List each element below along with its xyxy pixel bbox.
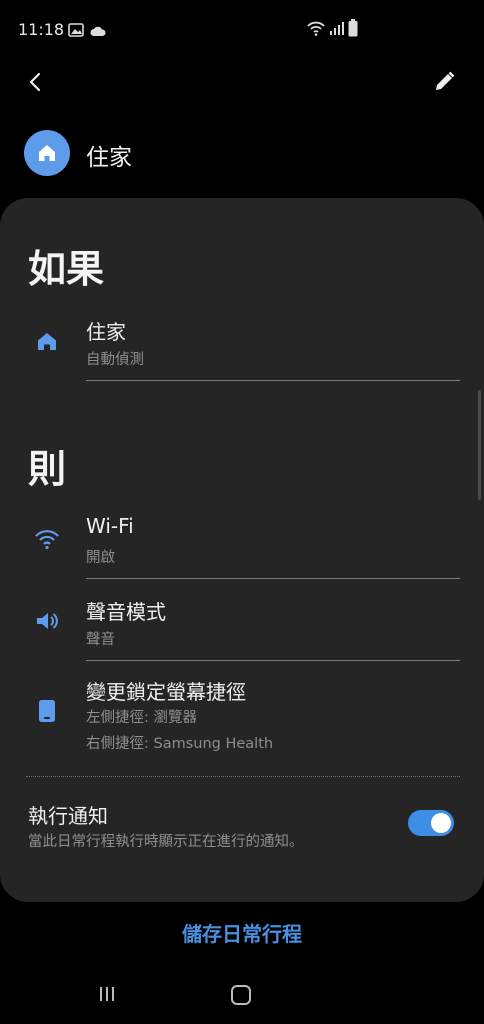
toggle-knob xyxy=(431,813,451,833)
status-time: 11:18 xyxy=(18,20,65,39)
notification-toggle[interactable] xyxy=(408,810,454,836)
cloud-notification-icon xyxy=(90,22,106,41)
action-shortcut-left: 左側捷徑: 瀏覽器 xyxy=(86,710,197,726)
wifi-icon xyxy=(34,526,60,552)
action-sound-subtitle: 聲音 xyxy=(86,632,115,648)
phone-icon xyxy=(34,698,60,724)
if-heading: 如果 xyxy=(28,247,105,291)
notification-title: 執行通知 xyxy=(28,804,108,828)
divider xyxy=(86,660,460,661)
navigation-bar xyxy=(0,968,484,1024)
save-routine-button[interactable]: 儲存日常行程 xyxy=(0,918,484,947)
cell-signal-icon xyxy=(329,20,345,40)
home-avatar-icon xyxy=(24,130,70,176)
dotted-divider xyxy=(26,776,460,777)
home-button[interactable] xyxy=(230,984,252,1010)
gallery-notification-icon xyxy=(68,22,84,41)
home-icon xyxy=(34,328,60,354)
home-nav-icon xyxy=(231,985,251,1005)
routine-panel: 如果 住家 自動偵測 則 Wi-Fi 開啟 聲音模式 聲音 變更鎖定螢幕捷徑 左… xyxy=(0,198,484,902)
action-wifi-title: Wi-Fi xyxy=(86,514,134,538)
action-sound-title: 聲音模式 xyxy=(86,600,166,624)
speaker-icon xyxy=(34,608,60,634)
wifi-signal-icon xyxy=(306,20,326,40)
battery-icon xyxy=(348,19,358,41)
page-title: 住家 xyxy=(86,145,132,171)
condition-title: 住家 xyxy=(86,320,126,344)
condition-subtitle: 自動偵測 xyxy=(86,352,144,368)
action-wifi-subtitle: 開啟 xyxy=(86,550,115,566)
back-arrow-icon xyxy=(29,72,41,92)
recent-apps-button[interactable] xyxy=(97,984,117,1008)
divider xyxy=(86,380,460,381)
scrollbar[interactable] xyxy=(478,390,481,500)
recent-apps-icon xyxy=(100,987,114,1001)
pencil-icon xyxy=(436,71,455,90)
action-shortcut-right: 右側捷徑: Samsung Health xyxy=(86,736,274,752)
back-button[interactable] xyxy=(22,68,50,96)
edit-button[interactable] xyxy=(430,68,458,96)
notification-description: 當此日常行程執行時顯示正在進行的通知。 xyxy=(28,834,304,850)
divider xyxy=(86,578,460,579)
status-bar: 11:18 xyxy=(0,0,484,60)
then-heading: 則 xyxy=(28,447,67,491)
action-shortcut-title: 變更鎖定螢幕捷徑 xyxy=(86,680,246,704)
